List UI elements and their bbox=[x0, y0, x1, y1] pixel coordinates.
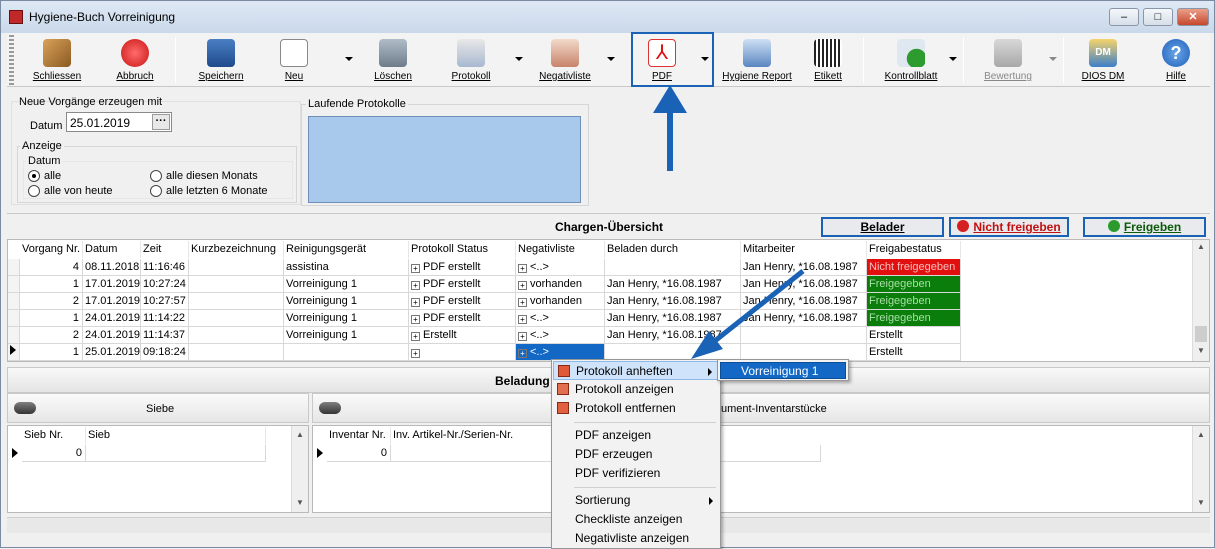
app-window: Hygiene-Buch Vorreinigung – □ ✕ Schliess… bbox=[0, 0, 1215, 549]
arrow-diagonal-annotation bbox=[691, 269, 805, 359]
arrow-up-annotation bbox=[653, 85, 687, 171]
annotation-arrows bbox=[653, 85, 805, 359]
